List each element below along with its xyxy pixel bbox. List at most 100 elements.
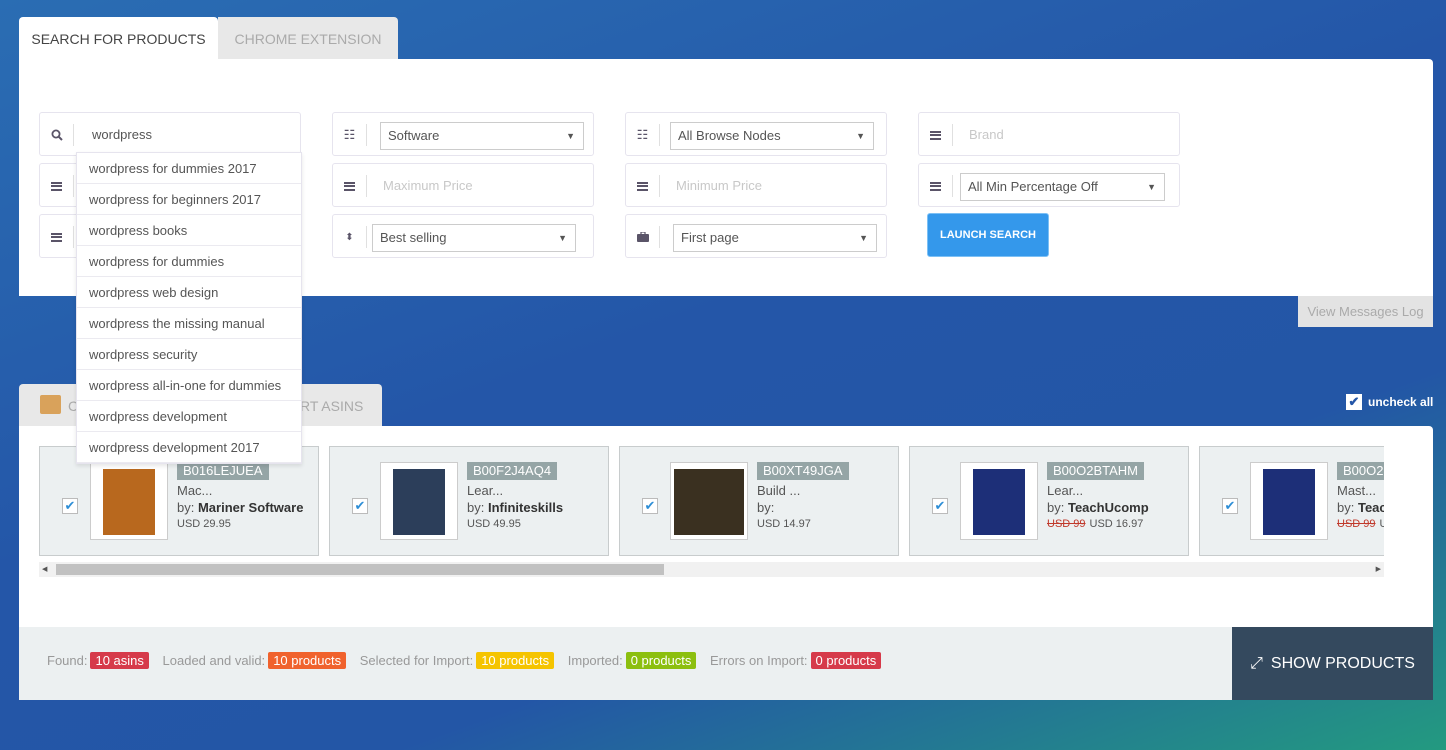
product-asin: B00O2BTAHM <box>1337 462 1384 480</box>
uncheck-all-toggle[interactable]: ✔ uncheck all <box>1346 394 1433 410</box>
product-brand: by: Infiniteskills <box>467 500 564 515</box>
category-select[interactable]: Software ▼ <box>380 122 584 150</box>
view-messages-log-button[interactable]: View Messages Log <box>1298 296 1433 327</box>
suggestion-item[interactable]: wordpress security <box>77 339 301 370</box>
suggestion-item[interactable]: wordpress for dummies <box>77 246 301 277</box>
product-title[interactable]: Lear... <box>467 483 503 498</box>
brand-field[interactable]: Brand <box>918 112 1180 156</box>
min-percentage-select[interactable]: All Min Percentage Off ▼ <box>960 173 1165 201</box>
suggestion-item[interactable]: wordpress for dummies 2017 <box>77 153 301 184</box>
imported-status: Imported: 0 products <box>568 652 697 669</box>
sort-icon: ⬍ <box>333 226 367 248</box>
checkbox-checked-icon: ✔ <box>1346 394 1362 410</box>
product-title[interactable]: Mast... <box>1337 483 1376 498</box>
found-badge: 10 asins <box>90 652 149 669</box>
product-asin: B00O2BTAHM <box>1047 462 1145 480</box>
product-image <box>380 462 458 540</box>
browse-nodes-select[interactable]: All Browse Nodes ▼ <box>670 122 874 150</box>
tab-asins-label-tail: RT ASINS <box>300 398 364 414</box>
suggestion-item[interactable]: wordpress development 2017 <box>77 432 301 463</box>
suggestion-item[interactable]: wordpress for beginners 2017 <box>77 184 301 215</box>
suggestion-item[interactable]: wordpress web design <box>77 277 301 308</box>
product-brand: by: Mariner Software <box>177 500 304 515</box>
product-asin: B00XT49JGA <box>757 462 849 480</box>
browse-nodes-field: ☷ All Browse Nodes ▼ <box>625 112 887 156</box>
caret-down-icon: ▼ <box>1147 182 1156 192</box>
list-icon <box>919 124 953 146</box>
product-asin: B00F2J4AQ4 <box>467 462 558 480</box>
selected-status: Selected for Import: 10 products <box>360 652 555 669</box>
sort-select[interactable]: Best selling ▼ <box>372 224 576 252</box>
scroll-left-icon[interactable]: ◀ <box>42 565 47 573</box>
list-icon <box>919 175 953 197</box>
max-price-input[interactable]: Maximum Price <box>383 178 473 193</box>
page-select[interactable]: First page ▼ <box>673 224 877 252</box>
list-icon <box>333 175 367 197</box>
status-bar: Found: 10 asins Loaded and valid: 10 produ… <box>19 627 1433 700</box>
launch-search-button[interactable]: LAUNCH SEARCH <box>927 213 1049 257</box>
product-brand: by: <box>757 500 775 515</box>
product-card: ✔ B00O2BTAHM Mast... by: TeachUcomp USD … <box>1199 446 1384 556</box>
suggestion-item[interactable]: wordpress books <box>77 215 301 246</box>
min-percentage-field: All Min Percentage Off ▼ <box>918 163 1180 207</box>
product-card: ✔ B00XT49JGA Build ... by: USD 14.97 <box>619 446 899 556</box>
horizontal-scrollbar[interactable]: ◀ ▶ <box>39 562 1384 577</box>
caret-down-icon: ▼ <box>859 233 868 243</box>
product-checkbox[interactable]: ✔ <box>352 498 368 514</box>
suggestion-item[interactable]: wordpress development <box>77 401 301 432</box>
briefcase-icon <box>626 226 660 248</box>
errors-status: Errors on Import: 0 products <box>710 652 882 669</box>
product-price: USD 99USD 16.97 <box>1047 518 1144 530</box>
selected-badge: 10 products <box>476 652 555 669</box>
product-image <box>960 462 1038 540</box>
product-checkbox[interactable]: ✔ <box>62 498 78 514</box>
show-products-label: SHOW PRODUCTS <box>1270 655 1415 672</box>
product-card: ✔ B00O2BTAHM Lear... by: TeachUcomp USD … <box>909 446 1189 556</box>
product-price: USD 29.95 <box>177 518 231 530</box>
scrollbar-thumb[interactable] <box>56 564 664 575</box>
tab-chrome-extension[interactable]: CHROME EXTENSION <box>218 17 398 59</box>
loaded-badge: 10 products <box>268 652 347 669</box>
product-image <box>1250 462 1328 540</box>
min-percentage-value: All Min Percentage Off <box>968 179 1098 194</box>
sort-value: Best selling <box>380 230 447 245</box>
page-field: First page ▼ <box>625 214 887 258</box>
imported-badge: 0 products <box>625 652 697 669</box>
scroll-right-icon[interactable]: ▶ <box>1376 565 1381 573</box>
product-price: USD 99USD 16.97 <box>1337 518 1384 530</box>
product-checkbox[interactable]: ✔ <box>1222 498 1238 514</box>
product-card: ✔ B00F2J4AQ4 Lear... by: Infiniteskills … <box>329 446 609 556</box>
keyword-suggestions-dropdown: wordpress for dummies 2017 wordpress for … <box>76 152 302 464</box>
tab-search-for-products[interactable]: SEARCH FOR PRODUCTS <box>19 17 218 59</box>
product-title[interactable]: Lear... <box>1047 483 1083 498</box>
product-checkbox[interactable]: ✔ <box>642 498 658 514</box>
product-title[interactable]: Build ... <box>757 483 800 498</box>
product-price: USD 49.95 <box>467 518 521 530</box>
product-image <box>670 462 748 540</box>
min-price-field[interactable]: Minimum Price <box>625 163 887 207</box>
browse-nodes-value: All Browse Nodes <box>678 128 781 143</box>
product-title[interactable]: Mac... <box>177 483 212 498</box>
category-value: Software <box>388 128 440 143</box>
product-checkbox[interactable]: ✔ <box>932 498 948 514</box>
suggestion-item[interactable]: wordpress all-in-one for dummies <box>77 370 301 401</box>
product-asin: B016LEJUEA <box>177 462 269 480</box>
list-icon <box>40 226 74 248</box>
caret-down-icon: ▼ <box>558 233 567 243</box>
errors-badge: 0 products <box>810 652 882 669</box>
brand-input[interactable]: Brand <box>969 127 1004 142</box>
product-price: USD 14.97 <box>757 518 811 530</box>
search-icon <box>40 124 74 146</box>
keyword-field[interactable]: wordpress <box>39 112 301 156</box>
suggestion-item[interactable]: wordpress the missing manual <box>77 308 301 339</box>
list-icon <box>40 175 74 197</box>
keyword-input[interactable]: wordpress <box>92 127 152 142</box>
max-price-field[interactable]: Maximum Price <box>332 163 594 207</box>
list-icon <box>626 175 660 197</box>
expand-icon: ⤢ <box>1250 655 1263 672</box>
sitemap-icon: ☷ <box>333 124 367 146</box>
show-products-button[interactable]: ⤢ SHOW PRODUCTS <box>1232 627 1433 700</box>
product-brand: by: TeachUcomp <box>1047 500 1149 515</box>
min-price-input[interactable]: Minimum Price <box>676 178 762 193</box>
loaded-status: Loaded and valid: 10 products <box>163 652 347 669</box>
